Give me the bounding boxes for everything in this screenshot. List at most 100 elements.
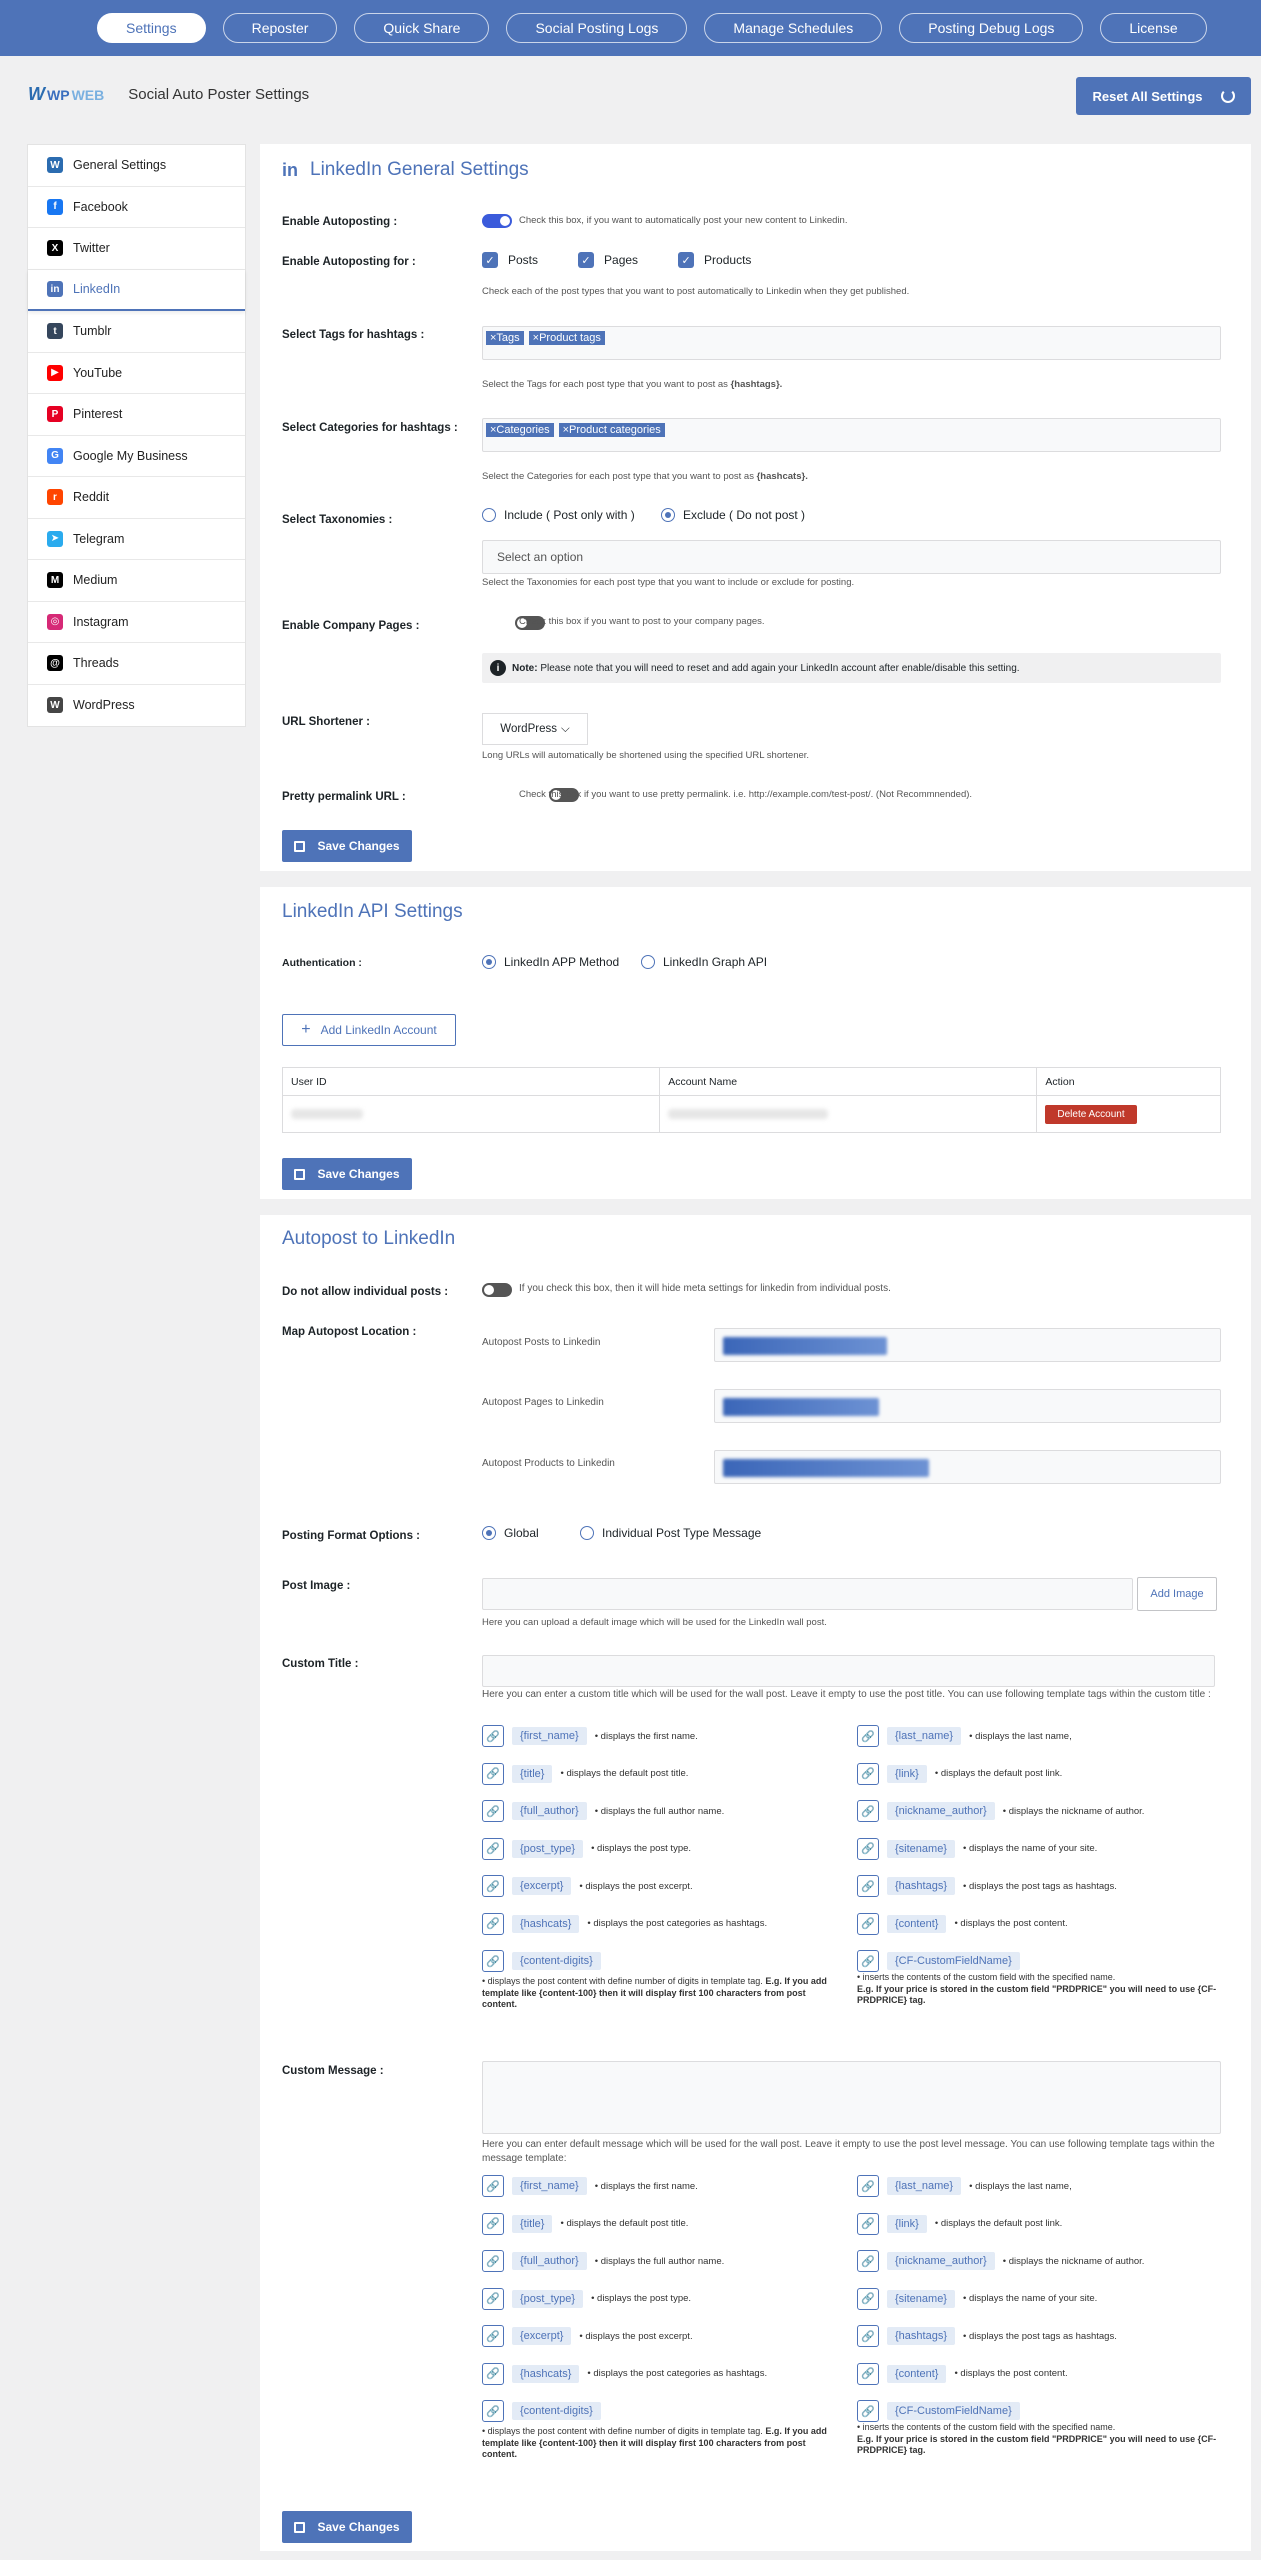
sidebar-item-reddit[interactable]: r Reddit [28, 477, 245, 519]
do-not-allow-individual-toggle[interactable] [482, 1283, 512, 1297]
map-posts-select[interactable] [714, 1328, 1221, 1362]
radio[interactable] [482, 955, 496, 969]
link-icon[interactable]: 🔗 [857, 2175, 879, 2197]
sidebar-item-wordpress[interactable]: W WordPress [28, 685, 245, 727]
link-icon[interactable]: 🔗 [857, 2325, 879, 2347]
taxonomy-select[interactable]: Select an option [482, 540, 1221, 574]
sidebar-item-pinterest[interactable]: P Pinterest [28, 394, 245, 436]
reddit-icon: r [47, 489, 63, 506]
sidebar-item-twitter[interactable]: X Twitter [28, 228, 245, 270]
link-icon[interactable]: 🔗 [482, 1875, 504, 1897]
link-icon[interactable]: 🔗 [482, 2400, 504, 2422]
link-icon[interactable]: 🔗 [857, 2212, 879, 2235]
link-icon[interactable]: 🔗 [857, 2287, 879, 2310]
radio[interactable] [482, 508, 496, 522]
link-icon[interactable]: 🔗 [482, 2175, 504, 2197]
save-changes-button[interactable]: Save Changes [282, 1158, 412, 1190]
tab-quick-share[interactable]: Quick Share [354, 13, 490, 43]
sidebar-item-tumblr[interactable]: t Tumblr [28, 311, 245, 353]
link-icon[interactable]: 🔗 [857, 1725, 879, 1747]
sidebar-item-google-my-business[interactable]: G Google My Business [28, 436, 245, 477]
link-icon[interactable]: 🔗 [857, 2362, 879, 2385]
tags-select[interactable]: ×Tags ×Product tags [482, 326, 1221, 360]
category-chip[interactable]: ×Categories [486, 423, 554, 437]
radio[interactable] [482, 1526, 496, 1540]
link-icon[interactable]: 🔗 [482, 1950, 504, 1972]
link-icon[interactable]: 🔗 [857, 1950, 879, 1972]
sidebar-item-threads[interactable]: @ Threads [28, 643, 245, 685]
post-type-posts[interactable]: ✓ Posts [482, 252, 538, 268]
categories-select[interactable]: ×Categories ×Product categories [482, 418, 1221, 452]
link-icon[interactable]: 🔗 [482, 1762, 504, 1785]
format-global-radio[interactable]: Global [482, 1526, 539, 1540]
save-changes-button[interactable]: Save Changes [282, 830, 412, 862]
map-products-select[interactable] [714, 1450, 1221, 1484]
sidebar-item-general-settings[interactable]: W General Settings [28, 145, 245, 187]
link-icon[interactable]: 🔗 [857, 1912, 879, 1935]
custom-title-input[interactable] [482, 1655, 1215, 1687]
template-tag-item: 🔗 {link} displays the default post link. [857, 2212, 1062, 2235]
enable-autoposting-toggle[interactable] [482, 214, 512, 228]
link-icon[interactable]: 🔗 [857, 2400, 879, 2422]
taxonomy-include-radio[interactable]: Include ( Post only with ) [482, 508, 635, 522]
save-changes-button[interactable]: Save Changes [282, 2511, 412, 2543]
linkedin-graph-api-radio[interactable]: LinkedIn Graph API [641, 955, 767, 969]
linkedin-icon: in [282, 160, 298, 180]
template-tag-description: displays the last name, [969, 2181, 1072, 2192]
checkbox[interactable]: ✓ [482, 252, 498, 268]
pretty-permalink-label: Pretty permalink URL : [282, 791, 406, 803]
tags-hint: Select the Tags for each post type that … [482, 379, 783, 390]
link-icon[interactable]: 🔗 [857, 1762, 879, 1785]
format-individual-radio[interactable]: Individual Post Type Message [580, 1526, 761, 1540]
radio[interactable] [641, 955, 655, 969]
custom-message-textarea[interactable] [482, 2061, 1221, 2134]
tab-settings[interactable]: Settings [97, 13, 206, 43]
link-icon[interactable]: 🔗 [857, 1837, 879, 1860]
post-image-input[interactable] [482, 1578, 1133, 1610]
link-icon[interactable]: 🔗 [482, 1725, 504, 1747]
url-shortener-select[interactable]: WordPress ⌵ [482, 713, 588, 745]
link-icon[interactable]: 🔗 [482, 2362, 504, 2385]
sidebar-item-facebook[interactable]: f Facebook [28, 187, 245, 228]
link-icon[interactable]: 🔗 [482, 1800, 504, 1822]
tab-social-posting-logs[interactable]: Social Posting Logs [506, 13, 688, 43]
radio[interactable] [580, 1526, 594, 1540]
linkedin-app-method-radio[interactable]: LinkedIn APP Method [482, 955, 619, 969]
post-type-pages[interactable]: ✓ Pages [578, 252, 638, 268]
delete-account-button[interactable]: Delete Account [1045, 1104, 1137, 1124]
reset-all-settings-button[interactable]: Reset All Settings [1076, 77, 1251, 115]
sidebar-item-label: YouTube [73, 365, 123, 380]
sidebar-item-medium[interactable]: M Medium [28, 560, 245, 602]
link-icon[interactable]: 🔗 [482, 1912, 504, 1935]
link-icon[interactable]: 🔗 [482, 2250, 504, 2272]
link-icon[interactable]: 🔗 [482, 2287, 504, 2310]
map-pages-select[interactable] [714, 1389, 1221, 1423]
add-image-button[interactable]: Add Image [1137, 1577, 1217, 1611]
tab-manage-schedules[interactable]: Manage Schedules [704, 13, 883, 43]
add-linkedin-account-button[interactable]: + Add LinkedIn Account [282, 1014, 456, 1046]
tab-license[interactable]: License [1100, 13, 1207, 43]
pinterest-icon: P [47, 406, 63, 423]
link-icon[interactable]: 🔗 [482, 1837, 504, 1860]
linkedin-general-settings-panel: in LinkedIn General Settings Enable Auto… [260, 144, 1251, 871]
tag-chip[interactable]: ×Tags [486, 331, 524, 345]
radio[interactable] [661, 508, 675, 522]
tab-posting-debug-logs[interactable]: Posting Debug Logs [899, 13, 1084, 43]
sidebar-item-instagram[interactable]: ◎ Instagram [28, 602, 245, 643]
post-type-products[interactable]: ✓ Products [678, 252, 751, 268]
link-icon[interactable]: 🔗 [857, 1800, 879, 1822]
template-tag-description: displays the default post title. [560, 2218, 688, 2229]
link-icon[interactable]: 🔗 [857, 2250, 879, 2272]
checkbox[interactable]: ✓ [678, 252, 695, 268]
link-icon[interactable]: 🔗 [482, 2212, 504, 2235]
category-chip[interactable]: ×Product categories [558, 423, 665, 437]
link-icon[interactable]: 🔗 [857, 1875, 879, 1897]
sidebar-item-linkedin[interactable]: in LinkedIn [28, 269, 245, 311]
tab-reposter[interactable]: Reposter [222, 13, 338, 43]
taxonomy-exclude-radio[interactable]: Exclude ( Do not post ) [661, 508, 805, 522]
sidebar-item-youtube[interactable]: ▶ YouTube [28, 353, 245, 394]
link-icon[interactable]: 🔗 [482, 2325, 504, 2347]
checkbox[interactable]: ✓ [578, 252, 595, 268]
tag-chip[interactable]: ×Product tags [528, 331, 605, 345]
sidebar-item-telegram[interactable]: ➤ Telegram [28, 519, 245, 560]
